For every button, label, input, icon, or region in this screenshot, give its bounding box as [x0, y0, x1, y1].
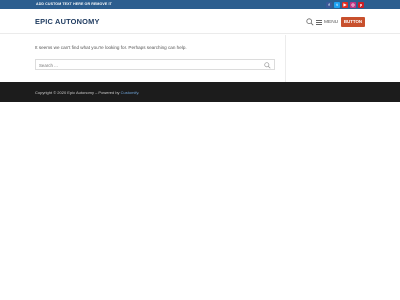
footer-copyright: Copyright © 2020 Epic Autonomy – Powered…: [35, 90, 139, 95]
twitter-icon[interactable]: t: [334, 1, 340, 8]
site-logo[interactable]: EPIC AUTONOMY: [35, 17, 100, 26]
youtube-icon[interactable]: ▶: [342, 1, 348, 8]
search-form: [35, 59, 275, 70]
search-icon[interactable]: [306, 18, 314, 26]
not-found-message: It seems we can't find what you're looki…: [35, 45, 187, 50]
search-input[interactable]: [39, 61, 259, 69]
pinterest-icon[interactable]: p: [358, 1, 364, 8]
top-bar-text: ADD CUSTOM TEXT HERE OR REMOVE IT: [36, 2, 112, 6]
header-button[interactable]: BUTTON: [341, 17, 365, 27]
site-header: EPIC AUTONOMY MENU BUTTON: [0, 9, 400, 34]
menu-toggle-button[interactable]: MENU: [316, 17, 338, 27]
facebook-icon[interactable]: f: [326, 1, 332, 8]
copyright-text: Copyright © 2020 Epic Autonomy: [35, 90, 94, 95]
instagram-icon[interactable]: ◎: [350, 1, 356, 8]
search-submit-icon[interactable]: [264, 61, 271, 69]
sidebar-divider: [285, 35, 286, 82]
site-footer: Copyright © 2020 Epic Autonomy – Powered…: [0, 82, 400, 102]
powered-by-separator: – Powered by: [93, 90, 121, 95]
top-bar: ADD CUSTOM TEXT HERE OR REMOVE IT f t ▶ …: [0, 0, 400, 9]
footer-suffix: .: [138, 90, 140, 95]
menu-label: MENU: [324, 19, 339, 25]
customify-link[interactable]: Customify: [121, 90, 138, 95]
hamburger-icon: [316, 19, 322, 25]
